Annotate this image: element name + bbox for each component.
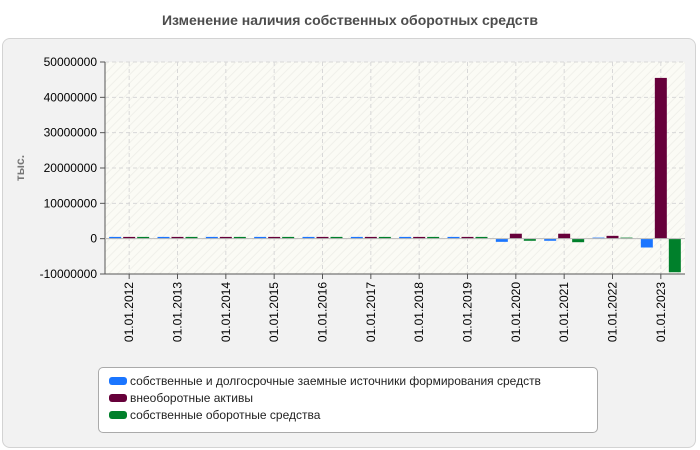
x-tick-label: 01.01.2019 xyxy=(461,282,475,342)
legend-label-working-capital: собственные оборотные средства xyxy=(130,407,321,422)
legend-item-sources: собственные и долгосрочные заемные источ… xyxy=(109,372,597,389)
legend-item-working-capital: собственные оборотные средства xyxy=(109,406,597,423)
legend: собственные и долгосрочные заемные источ… xyxy=(98,367,598,433)
x-tick-label: 01.01.2015 xyxy=(267,282,281,342)
y-tick-label: 30000000 xyxy=(44,126,98,140)
x-tick-label: 01.01.2018 xyxy=(412,282,426,342)
legend-swatch-noncurrent-assets xyxy=(109,393,127,402)
x-tick-label: 01.01.2020 xyxy=(509,282,523,342)
y-axis-label: тыс. xyxy=(13,155,27,181)
x-tick-label: 01.01.2022 xyxy=(606,282,620,342)
x-tick-label: 01.01.2023 xyxy=(654,282,668,342)
y-tick-label: -10000000 xyxy=(40,267,98,281)
legend-swatch-sources xyxy=(109,376,127,385)
legend-item-noncurrent-assets: внеоборотные активы xyxy=(109,389,597,406)
bar-series-2-01.01.2023 xyxy=(668,238,681,273)
bar-series-0-01.01.2023 xyxy=(640,238,653,248)
legend-label-noncurrent-assets: внеоборотные активы xyxy=(130,390,253,405)
x-tick-label: 01.01.2016 xyxy=(316,282,330,342)
x-tick-label: 01.01.2012 xyxy=(122,282,136,342)
bar-series-1-01.01.2021 xyxy=(558,233,571,239)
bar-series-2-01.01.2021 xyxy=(572,238,585,243)
y-tick-label: 20000000 xyxy=(44,161,98,175)
y-tick-label: 50000000 xyxy=(44,55,98,69)
legend-label-sources: собственные и долгосрочные заемные источ… xyxy=(130,373,541,388)
x-tick-label: 01.01.2021 xyxy=(557,282,571,342)
y-tick-label: 10000000 xyxy=(44,196,98,210)
x-tick-label: 01.01.2014 xyxy=(219,282,233,342)
legend-swatch-working-capital xyxy=(109,410,127,419)
bar-series-1-01.01.2023 xyxy=(654,77,667,239)
y-tick-label: 40000000 xyxy=(44,90,98,104)
x-tick-label: 01.01.2013 xyxy=(171,282,185,342)
x-tick-label: 01.01.2017 xyxy=(364,282,378,342)
bar-series-1-01.01.2020 xyxy=(509,233,522,239)
y-tick-label: 0 xyxy=(90,232,97,246)
